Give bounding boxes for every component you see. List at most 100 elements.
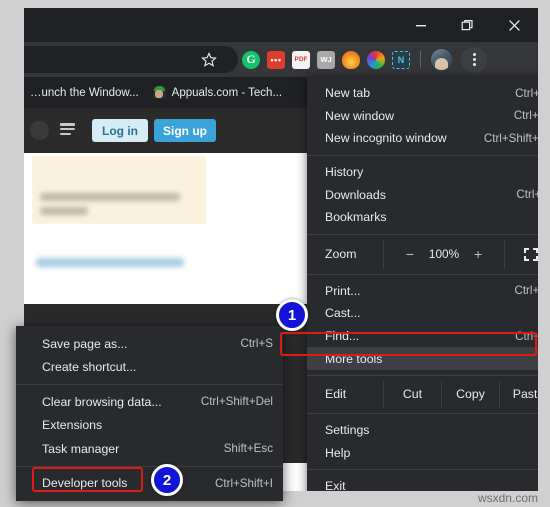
minimize-icon <box>415 25 426 27</box>
menu-item-new-incognito-window[interactable]: New incognito window Ctrl+Shift+N <box>307 127 538 150</box>
profile-avatar[interactable] <box>431 49 452 70</box>
menu-item-new-tab[interactable]: New tab Ctrl+T <box>307 82 538 105</box>
zoom-level-value: 100% <box>428 247 460 262</box>
menu-separator <box>307 233 538 235</box>
zoom-label: Zoom <box>325 247 357 262</box>
menu-item-find[interactable]: Find... Ctrl+F <box>307 325 538 348</box>
menu-item-exit[interactable]: Exit <box>307 475 538 491</box>
copy-button[interactable]: Copy <box>441 380 499 408</box>
restore-button[interactable] <box>444 8 491 42</box>
login-button[interactable]: Log in <box>92 119 148 142</box>
bookmark-star-icon[interactable] <box>201 52 217 68</box>
submenu-item-label: Clear browsing data... <box>42 394 162 409</box>
site-logo[interactable] <box>30 121 49 140</box>
menu-separator <box>307 374 538 376</box>
signup-button[interactable]: Sign up <box>154 119 216 142</box>
menu-item-more-tools[interactable]: More tools <box>307 347 538 370</box>
menu-item-downloads[interactable]: Downloads Ctrl+J <box>307 183 538 206</box>
wj-extension-icon[interactable]: WJ <box>317 50 335 69</box>
browser-toolbar: G ••• PDF WJ N <box>24 42 538 77</box>
honey-extension-icon[interactable]: ••• <box>267 50 285 69</box>
paste-button[interactable]: Paste <box>499 380 538 408</box>
submenu-item-extensions[interactable]: Extensions <box>16 414 283 438</box>
submenu-item-shortcut: Ctrl+Shift+I <box>215 476 273 490</box>
submenu-item-label: Task manager <box>42 441 120 456</box>
window-controls <box>397 8 538 42</box>
submenu-item-label: Save page as... <box>42 336 128 351</box>
submenu-item-shortcut: Shift+Esc <box>223 442 273 456</box>
restore-icon <box>461 19 473 30</box>
menu-item-label: New tab <box>325 86 371 101</box>
menu-item-label: More tools <box>325 351 383 366</box>
step-badge-2: 2 <box>151 464 183 496</box>
menu-zoom-row: Zoom − 100% + <box>307 239 538 269</box>
menu-separator <box>307 469 538 471</box>
fullscreen-icon <box>524 247 538 261</box>
submenu-separator <box>16 465 283 467</box>
menu-item-shortcut: Ctrl+N <box>513 109 538 123</box>
menu-item-label: Help <box>325 445 351 460</box>
menu-item-label: History <box>325 165 364 180</box>
submenu-item-shortcut: Ctrl+S <box>240 337 273 351</box>
menu-item-history[interactable]: History <box>307 161 538 184</box>
color-wheel-extension-icon[interactable] <box>367 50 385 69</box>
submenu-item-create-shortcut[interactable]: Create shortcut... <box>16 356 283 380</box>
title-bar <box>24 8 538 42</box>
pdf-extension-icon[interactable]: PDF <box>292 50 310 69</box>
bookmark-label: …unch the Window... <box>30 86 139 99</box>
submenu-item-label: Create shortcut... <box>42 360 137 375</box>
chrome-menu-button[interactable] <box>461 46 487 73</box>
submenu-item-task-manager[interactable]: Task manager Shift+Esc <box>16 437 283 461</box>
zoom-controls: − 100% + <box>383 239 505 269</box>
menu-item-shortcut: Ctrl+F <box>515 329 538 343</box>
bookmark-item-1[interactable]: Appuals.com - Tech... <box>152 86 283 99</box>
menu-item-bookmarks[interactable]: Bookmarks <box>307 206 538 229</box>
chrome-main-menu: New tab Ctrl+T New window Ctrl+N New inc… <box>307 76 538 491</box>
menu-separator <box>307 154 538 156</box>
submenu-item-developer-tools[interactable]: Developer tools Ctrl+Shift+I <box>16 472 283 496</box>
extensions-row: G ••• PDF WJ N <box>242 42 487 77</box>
cut-button[interactable]: Cut <box>383 380 441 408</box>
source-watermark: wsxdn.com <box>477 491 538 505</box>
submenu-item-shortcut: Ctrl+Shift+Del <box>200 395 273 409</box>
menu-item-label: New window <box>325 108 395 123</box>
grammarly-extension-icon[interactable]: G <box>242 50 260 69</box>
page-blurred-link <box>36 258 184 267</box>
menu-item-label: Downloads <box>325 187 386 202</box>
submenu-item-label: Developer tools <box>42 476 128 491</box>
minimize-button[interactable] <box>397 8 444 42</box>
zoom-in-button[interactable]: + <box>474 246 482 262</box>
submenu-item-label: Extensions <box>42 418 103 433</box>
menu-separator <box>307 412 538 414</box>
fullscreen-button[interactable] <box>505 240 538 269</box>
zoom-out-button[interactable]: − <box>406 246 414 262</box>
menu-item-label: New incognito window <box>325 131 447 146</box>
edit-label: Edit <box>325 387 347 402</box>
menu-item-label: Print... <box>325 283 361 298</box>
page-blurred-text <box>40 207 88 215</box>
menu-item-help[interactable]: Help <box>307 442 538 465</box>
submenu-item-save-page-as[interactable]: Save page as... Ctrl+S <box>16 332 283 356</box>
submenu-item-clear-browsing-data[interactable]: Clear browsing data... Ctrl+Shift+Del <box>16 390 283 414</box>
menu-item-shortcut: Ctrl+J <box>516 188 538 202</box>
appuals-favicon-icon <box>152 86 166 99</box>
bookmark-item-0[interactable]: …unch the Window... <box>30 87 139 99</box>
step-badge-1: 1 <box>276 299 308 331</box>
flame-extension-icon[interactable] <box>342 50 360 69</box>
menu-separator <box>307 273 538 275</box>
menu-item-label: Exit <box>325 479 346 491</box>
menu-item-settings[interactable]: Settings <box>307 419 538 442</box>
close-icon <box>509 19 520 31</box>
menu-item-cast[interactable]: Cast... <box>307 302 538 325</box>
toolbar-divider <box>420 51 421 68</box>
menu-item-new-window[interactable]: New window Ctrl+N <box>307 105 538 128</box>
chat-lines-icon[interactable] <box>60 123 76 138</box>
bookmark-label: Appuals.com - Tech... <box>171 86 283 99</box>
close-button[interactable] <box>491 8 538 42</box>
menu-item-print[interactable]: Print... Ctrl+P <box>307 280 538 303</box>
menu-item-label: Settings <box>325 423 370 438</box>
notion-extension-icon[interactable]: N <box>392 50 410 69</box>
menu-item-label: Cast... <box>325 306 361 321</box>
menu-item-shortcut: Ctrl+Shift+N <box>483 131 538 145</box>
more-tools-submenu: Save page as... Ctrl+S Create shortcut..… <box>16 326 283 501</box>
